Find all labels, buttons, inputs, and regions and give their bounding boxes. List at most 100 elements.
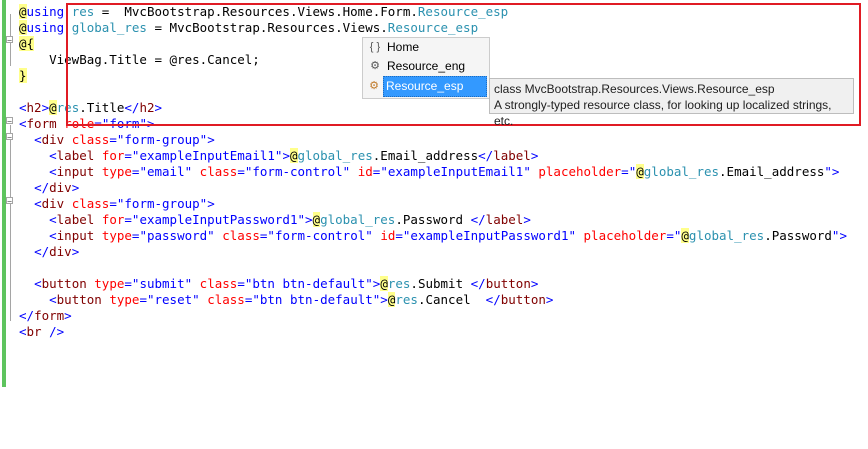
code-token: "btn btn-default" (252, 292, 381, 307)
collapse-form-icon[interactable]: − (6, 117, 13, 126)
code-token: @ (19, 20, 27, 35)
code-token: @ (289, 148, 298, 163)
code-token: < (19, 100, 27, 115)
code-token: button (56, 292, 102, 307)
code-token: button (41, 276, 87, 291)
code-line[interactable]: <input type = "password" class = "form-contr… (19, 228, 847, 244)
collapse-div-icon[interactable]: − (6, 197, 13, 206)
code-token: </ (34, 180, 50, 195)
code-token: < (49, 228, 57, 243)
code-token: </ (34, 244, 50, 259)
code-token: global_res (320, 212, 396, 227)
code-token: div (49, 244, 72, 259)
code-line[interactable] (19, 260, 847, 276)
code-line[interactable]: </form> (19, 308, 847, 324)
code-line[interactable]: <button type="submit" class="btn btn-def… (19, 276, 847, 292)
code-token: > (530, 148, 539, 163)
code-token: "exampleInputEmail1" (131, 148, 283, 163)
code-token: h2 (26, 100, 42, 115)
code-token: < (49, 164, 57, 179)
code-token: @ (681, 228, 689, 243)
code-token: "exampleInputPassword1" (402, 228, 576, 243)
code-token: </ (470, 212, 486, 227)
code-token: "reset" (146, 292, 200, 307)
code-line[interactable]: <div class="form-group"> (19, 196, 847, 212)
code-token: = (237, 276, 245, 291)
code-token: < (34, 196, 42, 211)
code-token: = (395, 228, 403, 243)
code-line[interactable]: </div> (19, 244, 847, 260)
code-token: div (41, 132, 65, 147)
code-line[interactable]: <br /> (19, 324, 847, 340)
code-token: global_res (297, 148, 373, 163)
code-token: br (26, 324, 42, 339)
collapse-block-icon[interactable]: − (6, 36, 13, 45)
code-token: "form-control" (267, 228, 373, 243)
code-token: = (109, 132, 117, 147)
code-line[interactable]: <input type="email" class="form-control"… (19, 164, 847, 180)
code-token: < (19, 324, 27, 339)
code-token: > (71, 180, 80, 195)
code-line[interactable]: </div> (19, 180, 847, 196)
code-token: for (101, 212, 125, 227)
completion-item-resource-eng[interactable]: ⚙ Resource_eng (363, 57, 489, 76)
code-token: "exampleInputEmail1" (380, 164, 531, 179)
code-token: </ (485, 292, 501, 307)
code-token: < (34, 132, 42, 147)
code-token: </ (19, 308, 35, 323)
code-token: for (101, 148, 125, 163)
code-token: < (49, 212, 57, 227)
code-token: < (49, 292, 57, 307)
code-token: form (34, 308, 65, 323)
code-token: "form-group" (116, 196, 208, 211)
code-token: "form-group" (116, 132, 208, 147)
code-token: = (621, 164, 629, 179)
code-token: class (71, 196, 110, 211)
code-token: type (109, 292, 140, 307)
code-token: > (530, 276, 539, 291)
code-token: < (34, 276, 42, 291)
code-token: class (199, 276, 238, 291)
code-token: "form-control" (244, 164, 351, 179)
code-token: @{ (19, 36, 35, 51)
code-token: > (545, 292, 554, 307)
code-token: > (380, 292, 388, 307)
code-token: type (101, 228, 132, 243)
code-token: .Password (395, 212, 471, 227)
completion-item-resource-esp[interactable]: ⚙ Resource_esp (369, 76, 487, 97)
code-token: @ (19, 4, 27, 19)
code-token: = (124, 276, 132, 291)
code-token: } (19, 68, 27, 83)
code-token: > (207, 196, 215, 211)
collapse-div-icon[interactable]: − (6, 133, 13, 142)
code-token: id (380, 228, 396, 243)
code-token: @ (312, 212, 321, 227)
code-token: "email" (139, 164, 193, 179)
code-token: label (56, 212, 95, 227)
code-line[interactable]: <label for="exampleInputEmail1">@global_… (19, 148, 847, 164)
code-line[interactable]: <label for="exampleInputPassword1">@glob… (19, 212, 847, 228)
code-line[interactable]: <div class="form-group"> (19, 132, 847, 148)
code-token: div (41, 196, 65, 211)
code-line[interactable]: <button type="reset" class="btn btn-defa… (19, 292, 847, 308)
code-token: < (49, 148, 57, 163)
intellisense-completion-list[interactable]: { } Home ⚙ Resource_eng ⚙ Resource_esp (362, 37, 490, 99)
code-token: class (199, 164, 238, 179)
outline-margin: − − − − (6, 0, 14, 340)
code-token: form (26, 116, 57, 131)
code-token: "submit" (131, 276, 193, 291)
code-token: .Password (764, 228, 832, 243)
completion-item-home[interactable]: { } Home (363, 38, 489, 57)
code-token: > (839, 228, 847, 243)
